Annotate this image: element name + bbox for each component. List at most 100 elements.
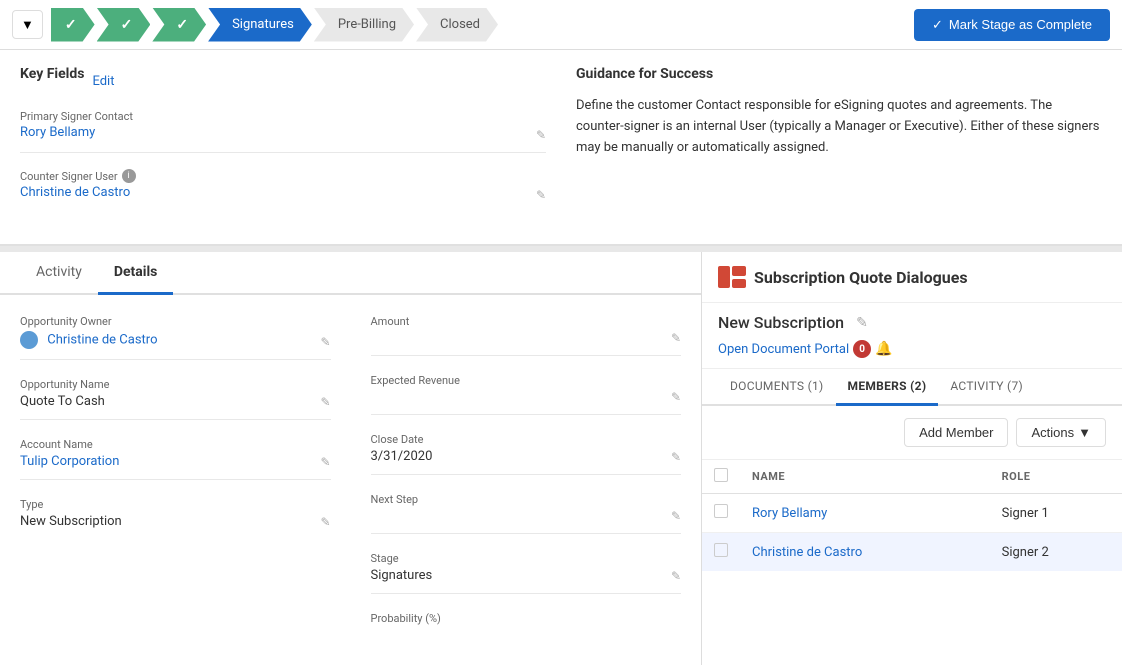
- row1-checkbox[interactable]: [714, 504, 728, 518]
- opportunity-owner-value[interactable]: Christine de Castro: [47, 332, 157, 347]
- stage-label-prebilling: Pre-Billing: [338, 17, 396, 32]
- account-name-value[interactable]: Tulip Corporation: [20, 454, 119, 469]
- next-step-row: ✎: [371, 509, 682, 523]
- primary-signer-content: Primary Signer Contact Rory Bellamy: [20, 110, 536, 142]
- info-icon: i: [122, 169, 136, 183]
- close-date-field: Close Date 3/31/2020 ✎: [371, 433, 682, 475]
- account-name-label: Account Name: [20, 438, 331, 451]
- opportunity-name-label: Opportunity Name: [20, 378, 331, 391]
- check-icon-mark: ✓: [932, 17, 943, 33]
- sqd-sub-header: New Subscription ✎ Open Document Portal …: [702, 303, 1122, 369]
- key-fields-title: Key Fields: [20, 66, 84, 82]
- row2-role-cell: Signer 2: [990, 533, 1122, 572]
- type-field: Type New Subscription ✎: [20, 498, 331, 539]
- primary-signer-field: Primary Signer Contact Rory Bellamy ✎: [20, 110, 546, 153]
- tab-details[interactable]: Details: [98, 252, 174, 295]
- type-label: Type: [20, 498, 331, 511]
- primary-signer-edit-icon[interactable]: ✎: [536, 128, 546, 142]
- stage-step-signatures[interactable]: Signatures: [208, 8, 312, 42]
- sqd-header: Subscription Quote Dialogues: [702, 252, 1122, 303]
- expected-revenue-edit-icon[interactable]: ✎: [671, 390, 681, 404]
- actions-chevron-icon: ▼: [1078, 425, 1091, 440]
- row1-name[interactable]: Rory Bellamy: [752, 506, 827, 521]
- actions-button[interactable]: Actions ▼: [1016, 418, 1106, 447]
- sqd-logo: [718, 266, 746, 288]
- type-edit-icon[interactable]: ✎: [320, 515, 330, 529]
- row2-checkbox[interactable]: [714, 543, 728, 557]
- opportunity-name-edit-icon[interactable]: ✎: [320, 395, 330, 409]
- account-name-row: Tulip Corporation ✎: [20, 454, 331, 469]
- next-step-field: Next Step ✎: [371, 493, 682, 534]
- mark-complete-button[interactable]: ✓ Mark Stage as Complete: [914, 9, 1110, 41]
- table-row: Christine de Castro Signer 2: [702, 533, 1122, 572]
- stage-edit-icon[interactable]: ✎: [671, 569, 681, 583]
- add-member-button[interactable]: Add Member: [904, 418, 1008, 447]
- name-col-header: NAME: [740, 460, 990, 494]
- guidance-text: Define the customer Contact responsible …: [576, 96, 1102, 158]
- sqd-logo-icon: [718, 266, 746, 288]
- probability-field: Probability (%): [371, 612, 682, 638]
- tab-activity[interactable]: Activity: [20, 252, 98, 295]
- stage-field: Stage Signatures ✎: [371, 552, 682, 594]
- expected-revenue-label: Expected Revenue: [371, 374, 682, 387]
- key-fields-left: Key Fields Edit Primary Signer Contact R…: [20, 66, 546, 228]
- opportunity-owner-row: Christine de Castro ✎: [20, 331, 331, 349]
- sqd-actions-row: Add Member Actions ▼: [702, 406, 1122, 460]
- stage-step-2[interactable]: ✓: [97, 8, 151, 42]
- top-bar: ▼ ✓ ✓ ✓ Signatures Pre-Billing Closed ✓ …: [0, 0, 1122, 50]
- amount-field: Amount ✎: [371, 315, 682, 356]
- sqd-tab-members[interactable]: MEMBERS (2): [836, 369, 939, 406]
- check-icon-2: ✓: [121, 17, 133, 33]
- stage-label-closed: Closed: [440, 17, 480, 32]
- amount-edit-icon[interactable]: ✎: [671, 331, 681, 345]
- check-icon-1: ✓: [65, 17, 77, 33]
- row2-name-cell: Christine de Castro: [740, 533, 990, 572]
- row1-name-cell: Rory Bellamy: [740, 494, 990, 533]
- opportunity-owner-label: Opportunity Owner: [20, 315, 331, 328]
- counter-signer-edit-icon[interactable]: ✎: [536, 188, 546, 202]
- next-step-label: Next Step: [371, 493, 682, 506]
- stage-step-prebilling[interactable]: Pre-Billing: [314, 8, 414, 42]
- edit-link[interactable]: Edit: [92, 74, 114, 89]
- row2-name[interactable]: Christine de Castro: [752, 545, 862, 560]
- row2-checkbox-cell: [702, 533, 740, 572]
- left-form-col: Opportunity Owner Christine de Castro ✎ …: [20, 315, 331, 656]
- members-table-body: Rory Bellamy Signer 1 Christine de Castr…: [702, 494, 1122, 572]
- account-name-edit-icon[interactable]: ✎: [320, 455, 330, 469]
- main-content: Activity Details Opportunity Owner Chris…: [0, 252, 1122, 665]
- opportunity-owner-edit-icon[interactable]: ✎: [320, 335, 330, 349]
- next-step-edit-icon[interactable]: ✎: [671, 509, 681, 523]
- select-all-checkbox[interactable]: [714, 468, 728, 482]
- sqd-tabs: DOCUMENTS (1) MEMBERS (2) ACTIVITY (7): [702, 369, 1122, 406]
- expected-revenue-field: Expected Revenue ✎: [371, 374, 682, 415]
- sqd-title: Subscription Quote Dialogues: [754, 268, 968, 287]
- stage-value: Signatures: [371, 568, 433, 583]
- sqd-name: New Subscription: [718, 313, 844, 332]
- guidance-title: Guidance for Success: [576, 66, 1102, 82]
- sqd-name-row: New Subscription ✎: [718, 313, 1106, 332]
- sqd-tab-activity[interactable]: ACTIVITY (7): [938, 369, 1035, 406]
- stage-label: Stage: [371, 552, 682, 565]
- table-row: Rory Bellamy Signer 1: [702, 494, 1122, 533]
- sqd-tab-documents[interactable]: DOCUMENTS (1): [718, 369, 836, 406]
- row1-checkbox-cell: [702, 494, 740, 533]
- checkbox-col-header: [702, 460, 740, 494]
- primary-signer-value[interactable]: Rory Bellamy: [20, 125, 536, 140]
- stage-row: Signatures ✎: [371, 568, 682, 583]
- stage-step-closed[interactable]: Closed: [416, 8, 498, 42]
- sqd-name-edit-icon[interactable]: ✎: [856, 315, 868, 331]
- close-date-edit-icon[interactable]: ✎: [671, 450, 681, 464]
- stage-step-1[interactable]: ✓: [51, 8, 95, 42]
- stage-dropdown-button[interactable]: ▼: [12, 10, 43, 39]
- close-date-value: 3/31/2020: [371, 449, 433, 464]
- opportunity-name-value: Quote To Cash: [20, 394, 105, 409]
- opportunity-name-row: Quote To Cash ✎: [20, 394, 331, 409]
- counter-signer-value[interactable]: Christine de Castro: [20, 185, 536, 200]
- stage-step-3[interactable]: ✓: [152, 8, 206, 42]
- details-form: Opportunity Owner Christine de Castro ✎ …: [0, 295, 701, 665]
- opportunity-owner-value-container: Christine de Castro: [20, 331, 157, 349]
- type-value: New Subscription: [20, 514, 122, 529]
- sqd-portal-link[interactable]: Open Document Portal 0 🔔: [718, 340, 1106, 358]
- notification-badge: 0: [853, 340, 871, 358]
- opportunity-owner-field: Opportunity Owner Christine de Castro ✎: [20, 315, 331, 360]
